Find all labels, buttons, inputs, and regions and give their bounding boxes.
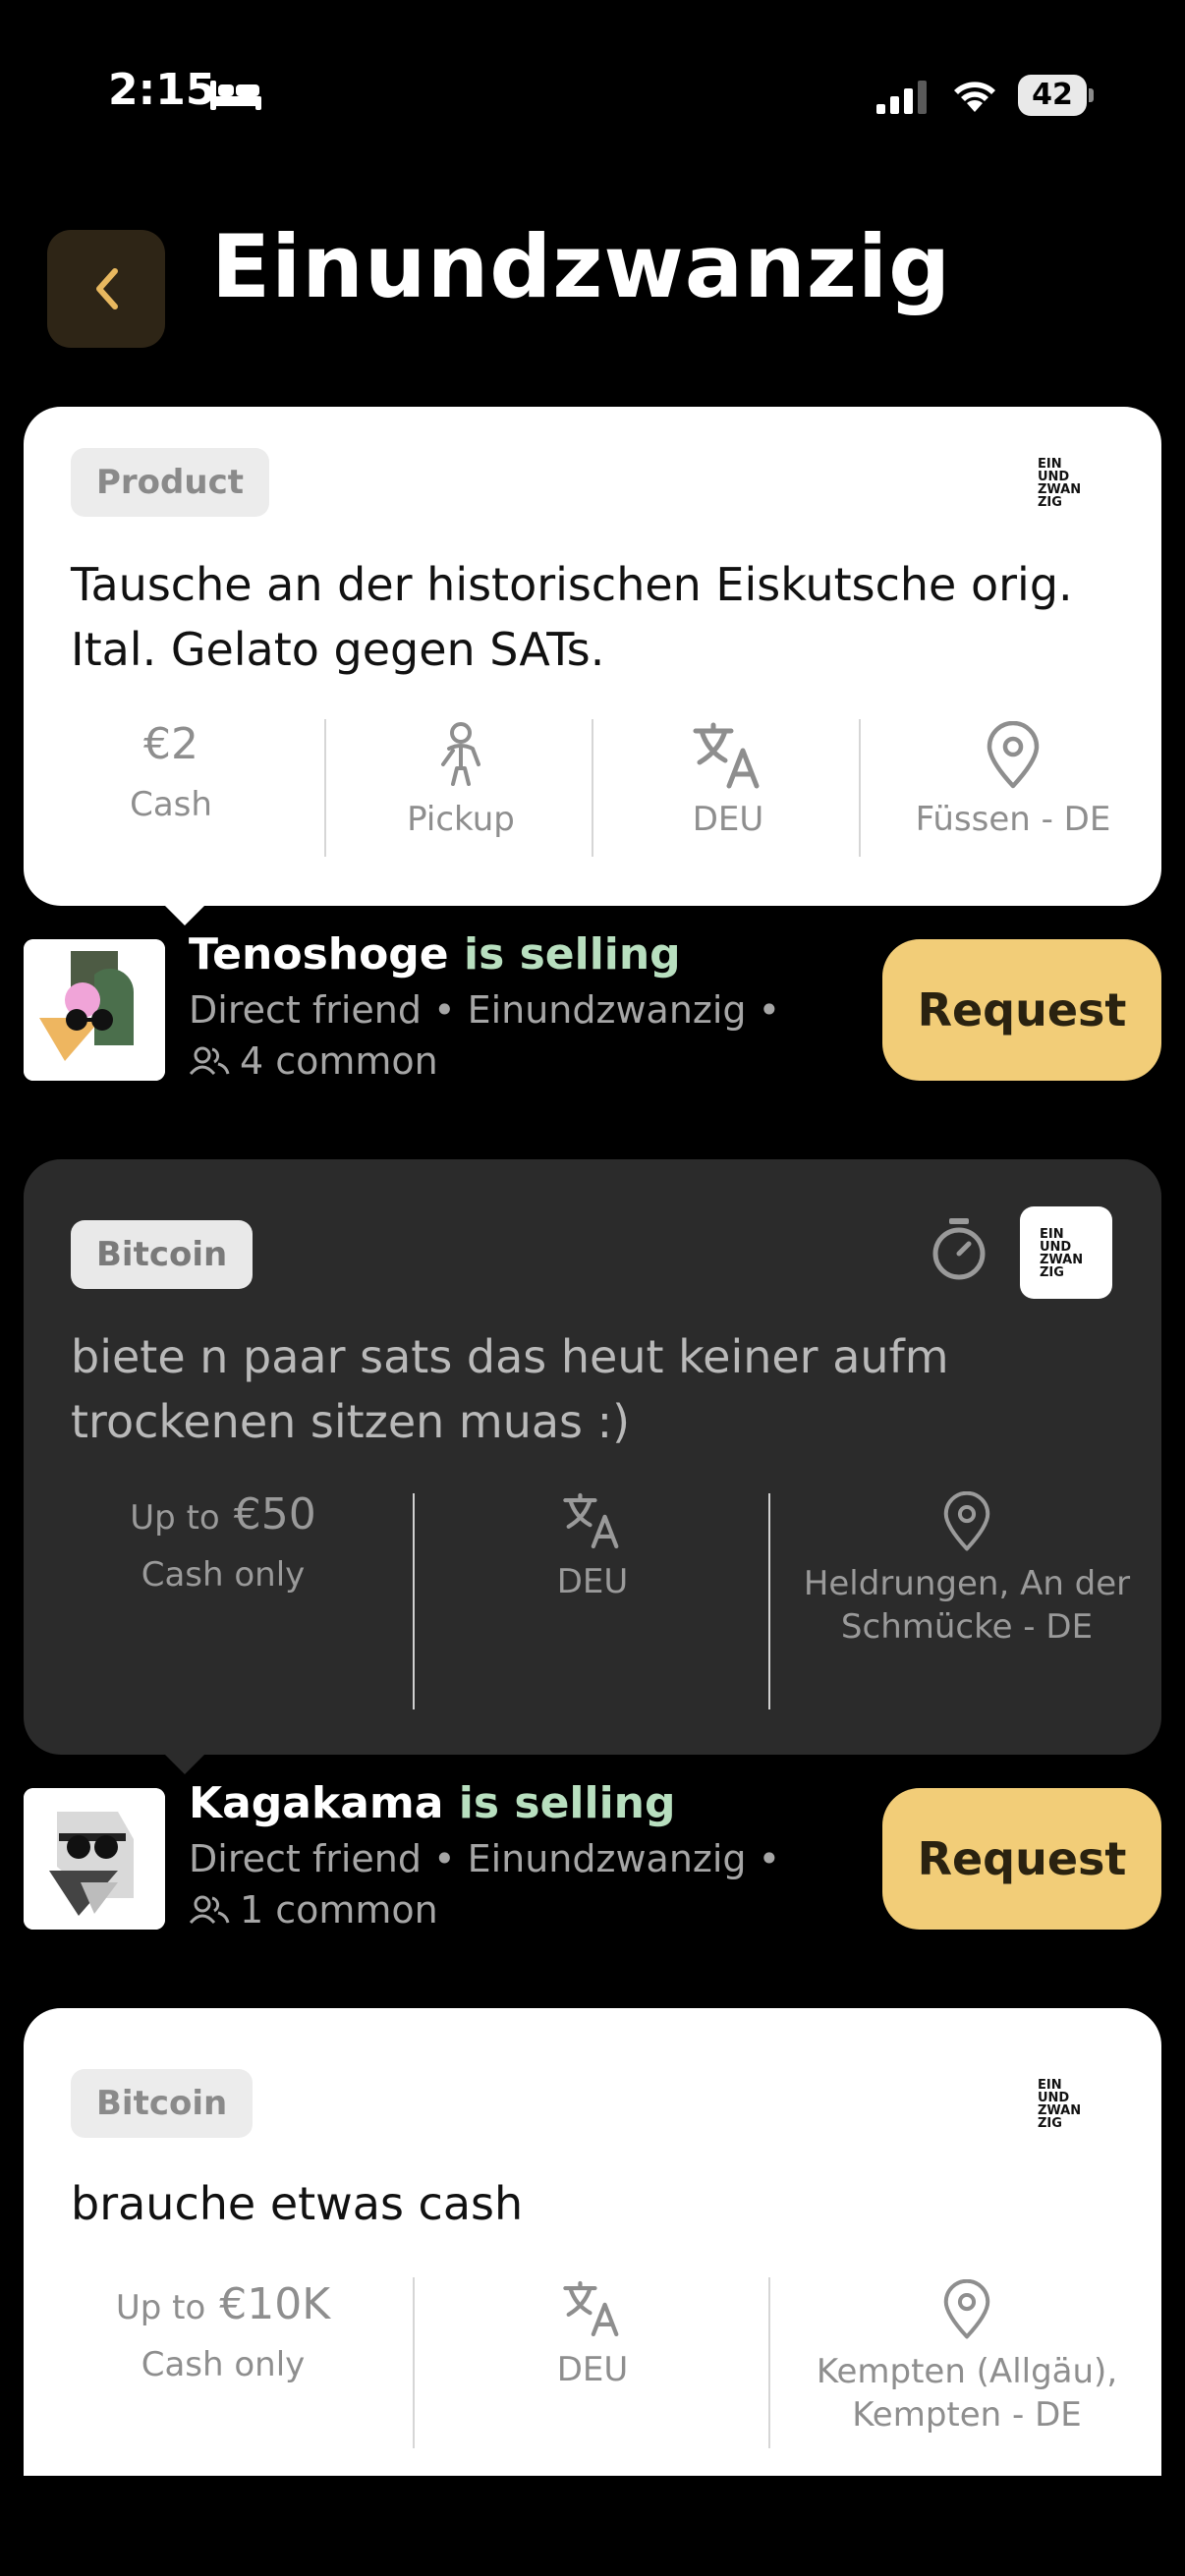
offer-type-tag: Product [71, 448, 269, 517]
seller-relation: Direct friend • Einundzwanzig • [189, 988, 781, 1032]
seller-action: is selling [463, 929, 681, 980]
offer-description: biete n paar sats das heut keiner aufm t… [71, 1330, 949, 1448]
status-time: 2:15 [108, 65, 216, 115]
offer-description: brauche etwas cash [71, 2177, 524, 2230]
location-pin-icon [943, 2278, 990, 2339]
offer-type-tag: Bitcoin [71, 2069, 254, 2138]
people-icon [189, 1046, 230, 1076]
offer-amount: Up to €50 Cash only [130, 1489, 316, 1595]
offer-description: Tausche an der historischen Eiskutsche o… [71, 558, 1073, 676]
offer-card[interactable]: Product EIN UND ZWAN ZIG Tausche an der his… [24, 407, 1161, 906]
seller-heading: Tenoshoge is selling [189, 929, 681, 980]
offer-location: Kempten (Allgäu), Kempten - DE [800, 2278, 1134, 2436]
common-friends: 1 common [189, 1888, 438, 1932]
offer-card[interactable]: Bitcoin EIN UND ZWAN ZIG biete n paar sats … [24, 1159, 1161, 1755]
request-button[interactable]: Request [882, 939, 1161, 1081]
community-logo: EIN UND ZWAN ZIG [1038, 457, 1082, 510]
community-logo: EIN UND ZWAN ZIG [1020, 1206, 1112, 1299]
community-logo: EIN UND ZWAN ZIG [1038, 2078, 1082, 2131]
location-pin-icon [987, 720, 1040, 789]
offer-delivery: Pickup [330, 721, 592, 841]
seller-relation: Direct friend • Einundzwanzig • [189, 1837, 781, 1880]
back-button[interactable] [47, 230, 165, 348]
offer-language: DEU [597, 721, 859, 841]
offer-amount: €2 Cash [130, 719, 212, 824]
offer-card[interactable]: Bitcoin EIN UND ZWAN ZIG brauche etwas cash… [24, 2008, 1161, 2476]
bed-icon [210, 81, 261, 110]
avatar[interactable] [24, 1788, 165, 1930]
offer-type-tag: Bitcoin [71, 1220, 254, 1289]
offer-location: Füssen - DE [865, 720, 1161, 841]
seller-name[interactable]: Kagakama [189, 1778, 443, 1828]
offer-location: Heldrungen, An der Schmücke - DE [800, 1490, 1134, 1649]
seller-heading: Kagakama is selling [189, 1778, 675, 1828]
page-title: Einundzwanzig [211, 216, 952, 317]
chevron-left-icon [96, 268, 118, 309]
timer-icon [932, 1218, 986, 1280]
battery-indicator: 42 [1018, 75, 1095, 116]
avatar[interactable] [24, 939, 165, 1081]
seller-action: is selling [458, 1778, 676, 1828]
people-icon [189, 1895, 230, 1925]
translate-icon [563, 1492, 619, 1549]
person-icon [441, 722, 480, 786]
offer-language: DEU [415, 2279, 770, 2391]
translate-icon [563, 2280, 619, 2337]
battery-level: 42 [1032, 78, 1073, 112]
location-pin-icon [943, 1490, 990, 1551]
common-friends: 4 common [189, 1039, 438, 1083]
cellular-signal-icon [876, 81, 927, 114]
wifi-icon [954, 82, 995, 112]
offer-amount: Up to €10K Cash only [115, 2279, 331, 2384]
offer-language: DEU [415, 1491, 770, 1603]
request-button[interactable]: Request [882, 1788, 1161, 1930]
translate-icon [693, 722, 760, 789]
seller-name[interactable]: Tenoshoge [189, 929, 449, 980]
